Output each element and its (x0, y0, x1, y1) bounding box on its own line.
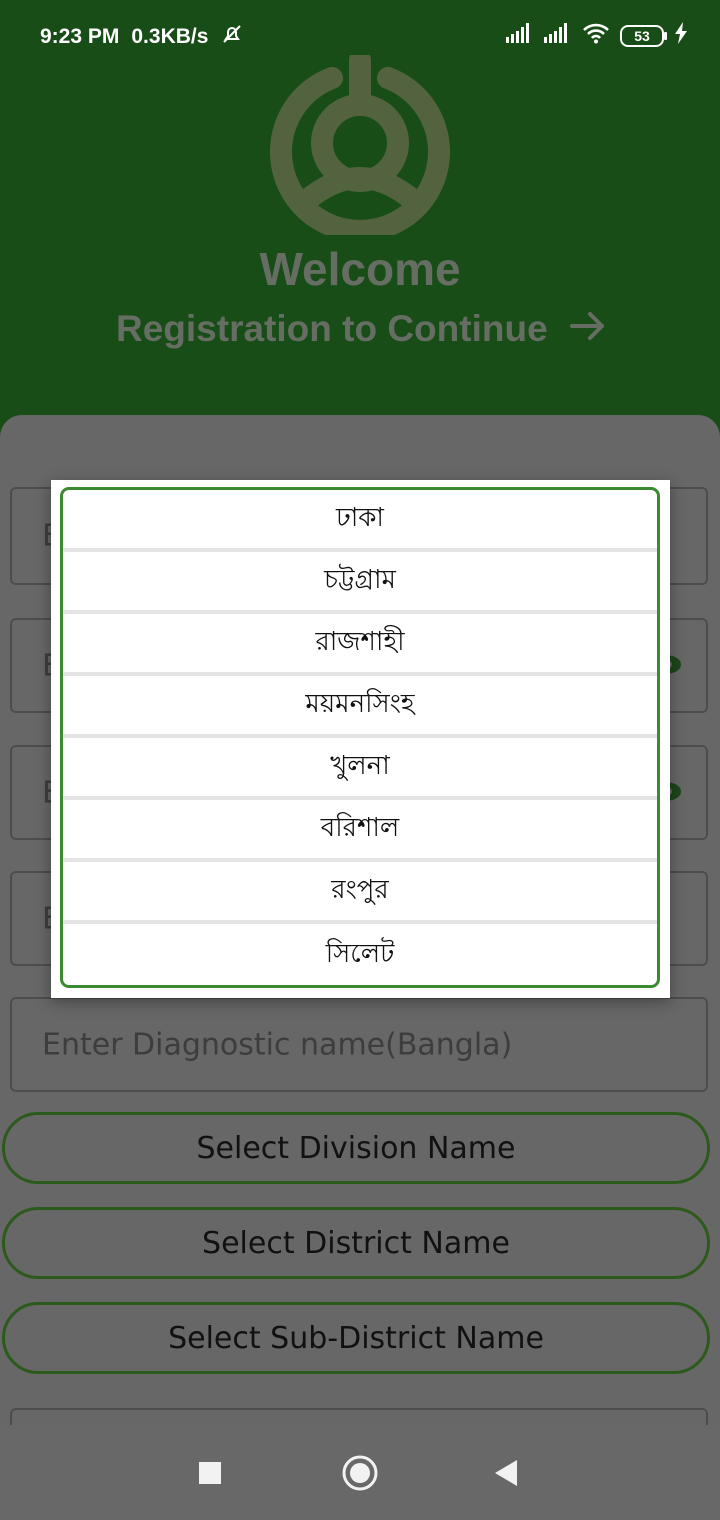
person-logo-icon (270, 55, 450, 235)
division-option[interactable]: চট্টগ্রাম (63, 552, 657, 614)
recents-icon[interactable] (180, 1425, 240, 1520)
diagnostic-name-bangla-placeholder: Enter Diagnostic name(Bangla) (42, 1027, 513, 1062)
welcome-title: Welcome (259, 243, 461, 295)
division-option[interactable]: ময়মনসিংহ (63, 676, 657, 738)
signal-icon (544, 23, 572, 49)
select-division-label: Select Division Name (196, 1130, 516, 1166)
system-navigation-bar (0, 1425, 720, 1520)
division-option[interactable]: খুলনা (63, 738, 657, 800)
select-district-label: Select District Name (202, 1225, 510, 1261)
charging-icon (674, 22, 688, 50)
diagnostic-name-bangla-input[interactable]: Enter Diagnostic name(Bangla) (10, 997, 708, 1092)
select-subdistrict-button[interactable]: Select Sub-District Name (2, 1302, 710, 1374)
back-icon[interactable] (476, 1425, 536, 1520)
select-district-button[interactable]: Select District Name (2, 1207, 710, 1279)
division-picker-dialog: ঢাকা চট্টগ্রাম রাজশাহী ময়মনসিংহ খুলনা বরিশাল… (51, 480, 670, 998)
division-list: ঢাকা চট্টগ্রাম রাজশাহী ময়মনসিংহ খুলনা বরিশাল… (60, 487, 660, 988)
home-icon[interactable] (330, 1425, 390, 1520)
select-subdistrict-label: Select Sub-District Name (168, 1320, 544, 1356)
mute-icon (220, 22, 244, 52)
wifi-icon (582, 22, 610, 50)
battery-level: 53 (634, 28, 650, 44)
battery-icon: 53 (620, 25, 667, 47)
division-option[interactable]: বরিশাল (63, 800, 657, 862)
division-option[interactable]: রংপুর (63, 862, 657, 924)
status-network-speed: 0.3KB/s (131, 25, 209, 48)
division-option[interactable]: ঢাকা (63, 490, 657, 552)
app-header: 9:23 PM 0.3KB/s 53 Welcome Registration … (0, 0, 720, 440)
signal-icon (506, 23, 534, 49)
registration-label: Registration to Continue (116, 308, 548, 349)
select-division-button[interactable]: Select Division Name (2, 1112, 710, 1184)
registration-subtitle[interactable]: Registration to Continue (116, 308, 606, 350)
division-option[interactable]: সিলেট (63, 924, 657, 985)
status-time: 9:23 PM (40, 25, 120, 48)
division-option[interactable]: রাজশাহী (63, 614, 657, 676)
arrow-right-icon[interactable] (569, 308, 606, 350)
